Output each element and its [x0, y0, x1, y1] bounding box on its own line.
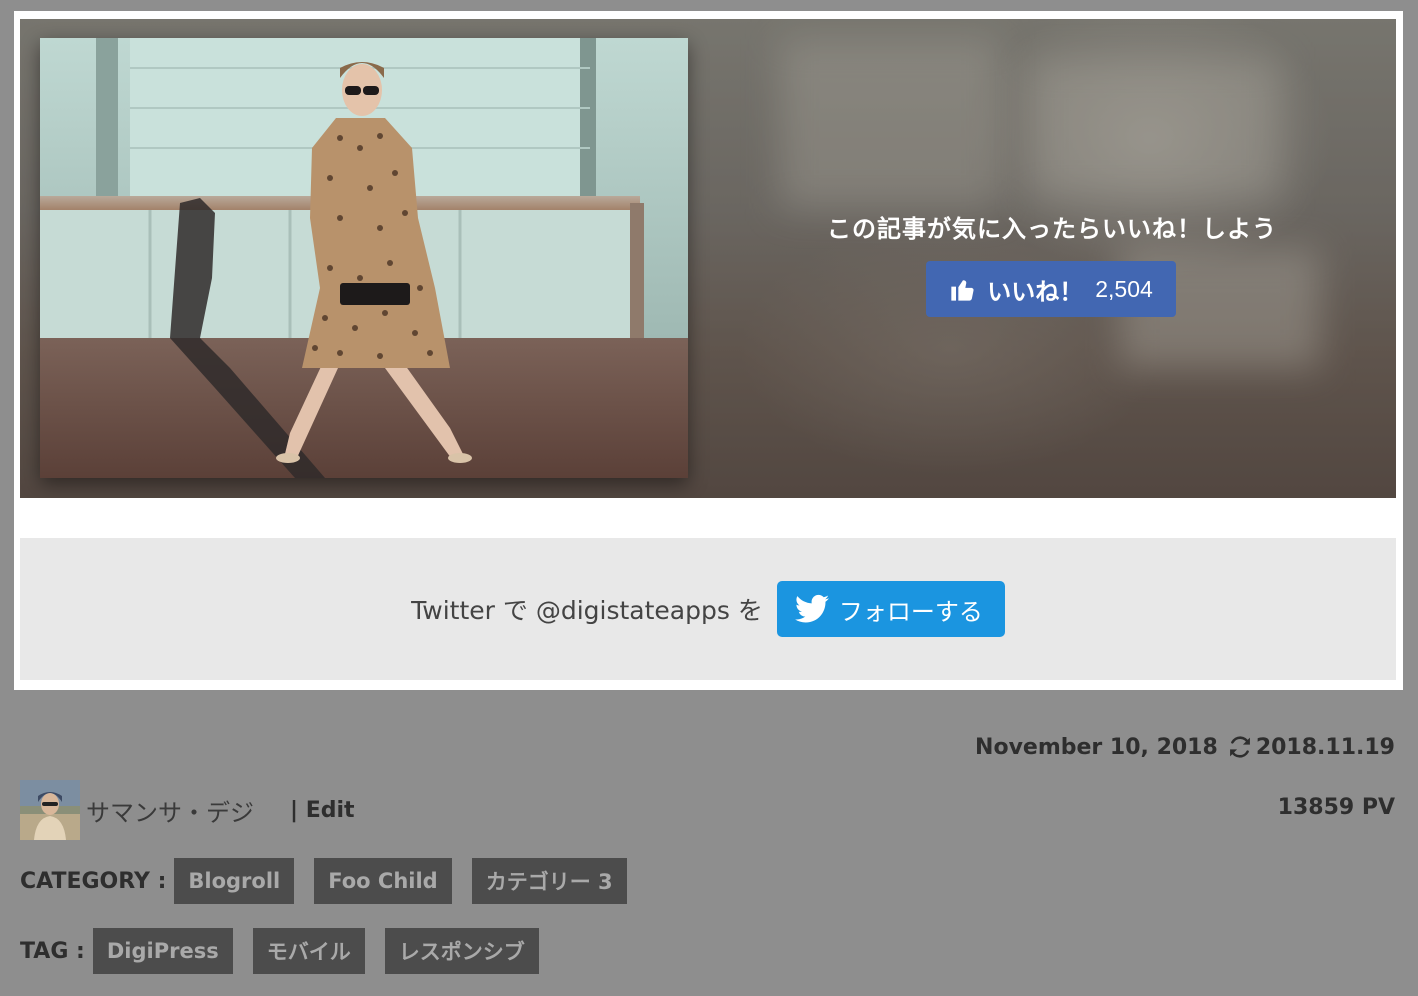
follow-text-prefix: Twitter で [411, 596, 536, 625]
thumbs-up-icon [949, 275, 977, 303]
category-label: CATEGORY : [20, 868, 167, 894]
twitter-follow-band: Twitter で @digistateapps を フォローする [20, 538, 1396, 680]
tag-pill[interactable]: DigiPress [92, 928, 233, 974]
share-card: この記事が気に入ったらいいね！しよう いいね！ 2,504 Twitter で … [14, 11, 1403, 690]
category-list: CATEGORY : Blogroll Foo Child カテゴリー 3 [20, 858, 647, 904]
tag-pill[interactable]: レスポンシブ [384, 928, 539, 974]
follow-button-label: フォローする [838, 597, 983, 626]
twitter-follow-button[interactable]: フォローする [776, 581, 1005, 637]
follow-text-suffix: を [729, 596, 763, 625]
author-info: サマンサ・デジ | Edit [20, 780, 355, 840]
tag-label: TAG : [20, 938, 85, 964]
category-pill[interactable]: Foo Child [314, 858, 452, 904]
author-name[interactable]: サマンサ・デジ [86, 793, 254, 828]
updated-date: 2018.11.19 [1255, 734, 1395, 760]
like-count: 2,504 [1095, 275, 1153, 302]
published-date: November 10, 2018 [975, 734, 1218, 760]
post-dates: November 10, 2018 2018.11.19 [975, 733, 1395, 761]
twitter-handle: @digistateapps [535, 596, 730, 625]
tag-pill[interactable]: モバイル [252, 928, 365, 974]
like-button-label: いいね！ [987, 277, 1084, 306]
twitter-bird-icon [794, 594, 829, 624]
category-pill[interactable]: カテゴリー 3 [471, 858, 627, 904]
edit-link[interactable]: | Edit [290, 798, 355, 823]
category-pill[interactable]: Blogroll [174, 858, 295, 904]
hero-banner: この記事が気に入ったらいいね！しよう いいね！ 2,504 [20, 19, 1396, 498]
refresh-icon [1226, 733, 1254, 761]
pageview-count: 13859 PV [1277, 795, 1395, 820]
avatar[interactable] [20, 780, 80, 840]
follow-text: Twitter で @digistateapps を [411, 591, 763, 627]
article-photo [40, 38, 688, 478]
like-prompt: この記事が気に入ったらいいね！しよう [827, 215, 1277, 243]
tag-list: TAG : DigiPress モバイル レスポンシブ [20, 928, 559, 974]
like-button[interactable]: いいね！ 2,504 [926, 261, 1176, 317]
